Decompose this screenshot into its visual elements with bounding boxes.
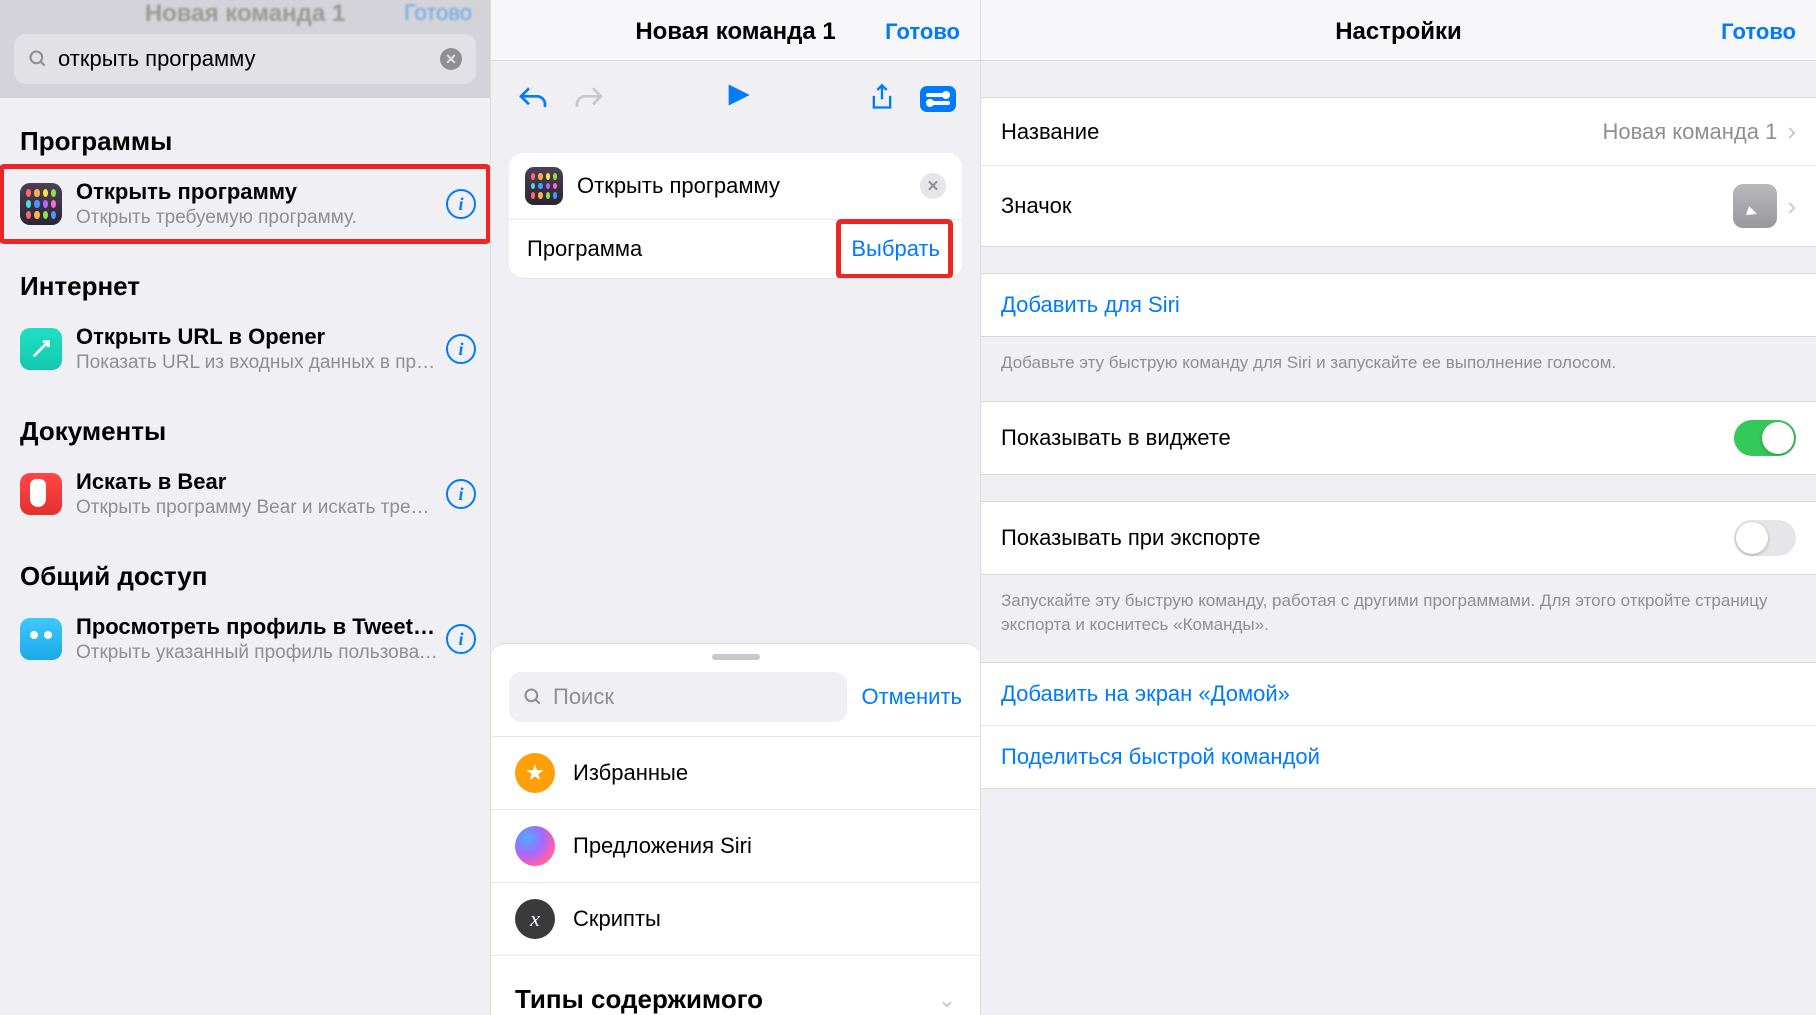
action-subtitle: Открыть указанный профиль пользовате… [76, 642, 438, 664]
info-button[interactable]: i [446, 479, 476, 509]
editor-header: Новая команда 1 Готово [491, 0, 980, 61]
add-to-home-button[interactable]: Добавить на экран «Домой» [981, 663, 1816, 725]
share-button[interactable] [868, 81, 896, 118]
bear-icon [20, 473, 62, 515]
action-open-url-opener[interactable]: Открыть URL в Opener Показать URL из вхо… [0, 310, 490, 388]
shortcut-icon-preview [1733, 184, 1777, 228]
delete-action-button[interactable]: ✕ [920, 173, 946, 199]
setting-name-row[interactable]: Название Новая команда 1› [981, 98, 1816, 165]
clear-search-button[interactable]: ✕ [440, 48, 462, 70]
library-category-siri[interactable]: Предложения Siri [491, 809, 980, 882]
action-title: Искать в Bear [76, 469, 438, 495]
choose-app-highlight: Выбрать [839, 222, 950, 276]
choose-app-button[interactable]: Выбрать [851, 236, 940, 261]
chevron-right-icon: › [1787, 191, 1796, 222]
setting-icon-row[interactable]: Значок › [981, 165, 1816, 246]
info-button[interactable]: i [446, 334, 476, 364]
search-input[interactable] [58, 46, 430, 72]
action-card-open-app: Открыть программу ✕ Программа Выбрать [509, 153, 962, 278]
action-subtitle: Показать URL из входных данных в прог… [76, 352, 438, 374]
library-section-content-types[interactable]: Типы содержимого ⌄ [491, 955, 980, 1015]
redo-button[interactable] [571, 81, 607, 117]
action-card-title: Открыть программу [577, 173, 906, 199]
search-field[interactable]: ✕ [14, 34, 476, 84]
app-grid-icon [525, 167, 563, 205]
shortcut-title: Новая команда 1 [635, 18, 835, 46]
editor-toolbar [491, 61, 980, 139]
dimmed-done: Готово [404, 0, 472, 26]
show-on-export-row[interactable]: Показывать при экспорте [981, 502, 1816, 574]
library-search-field[interactable]: Поиск [509, 672, 847, 722]
opener-icon [20, 328, 62, 370]
star-icon: ★ [515, 753, 555, 793]
section-sharing: Общий доступ [0, 533, 490, 600]
app-grid-icon [20, 183, 62, 225]
library-category-favorites[interactable]: ★ Избранные [491, 736, 980, 809]
info-button[interactable]: i [446, 189, 476, 219]
show-in-widget-row[interactable]: Показывать в виджете [981, 402, 1816, 474]
section-documents: Документы [0, 388, 490, 455]
settings-button[interactable] [920, 86, 956, 112]
action-title: Открыть программу [76, 179, 438, 205]
dimmed-header: Новая команда 1 Готово [0, 0, 490, 24]
action-title: Открыть URL в Opener [76, 324, 438, 350]
share-shortcut-button[interactable]: Поделиться быстрой командой [981, 725, 1816, 788]
section-programs: Программы [0, 98, 490, 165]
sheet-drag-handle[interactable] [712, 654, 760, 660]
library-category-scripts[interactable]: x Скрипты [491, 882, 980, 955]
shortcut-settings-pane: Настройки Готово Название Новая команда … [981, 0, 1816, 1015]
siri-icon [515, 826, 555, 866]
search-actions-pane: Новая команда 1 Готово ✕ Программы Откры… [0, 0, 491, 1015]
settings-title: Настройки [1335, 18, 1462, 46]
search-wrap: ✕ [0, 24, 490, 98]
action-search-bear[interactable]: Искать в Bear Открыть программу Bear и и… [0, 455, 490, 533]
action-subtitle: Открыть требуемую программу. [76, 207, 438, 229]
done-button[interactable]: Готово [885, 19, 960, 45]
param-label: Программа [527, 236, 642, 262]
shortcut-editor-pane: Новая команда 1 Готово Открыть программу… [491, 0, 981, 1015]
widget-toggle[interactable] [1734, 420, 1796, 456]
action-open-app[interactable]: Открыть программу Открыть требуемую прог… [0, 165, 490, 243]
shortcut-name-value: Новая команда 1 [1602, 119, 1777, 145]
action-view-tweet-profile[interactable]: Просмотреть профиль в Tweet… Открыть ука… [0, 600, 490, 678]
action-subtitle: Открыть программу Bear и искать требу… [76, 497, 438, 519]
search-icon [28, 49, 48, 69]
export-footer-note: Запускайте эту быструю команду, работая … [981, 575, 1816, 637]
chevron-down-icon: ⌄ [938, 987, 956, 1013]
undo-button[interactable] [515, 81, 551, 117]
info-button[interactable]: i [446, 624, 476, 654]
library-search-placeholder: Поиск [553, 684, 614, 710]
library-cancel-button[interactable]: Отменить [861, 684, 962, 710]
settings-header: Настройки Готово [981, 0, 1816, 61]
chevron-right-icon: › [1787, 116, 1796, 147]
section-internet: Интернет [0, 243, 490, 310]
export-toggle[interactable] [1734, 520, 1796, 556]
siri-footer-note: Добавьте эту быструю команду для Siri и … [981, 337, 1816, 375]
search-icon [523, 687, 543, 707]
script-icon: x [515, 899, 555, 939]
settings-done-button[interactable]: Готово [1721, 19, 1796, 45]
tweetbot-icon [20, 618, 62, 660]
action-library-sheet[interactable]: Поиск Отменить ★ Избранные Предложения S… [491, 643, 980, 1015]
run-button[interactable] [724, 79, 752, 119]
action-title: Просмотреть профиль в Tweet… [76, 614, 438, 640]
add-to-siri-button[interactable]: Добавить для Siri [981, 274, 1816, 336]
